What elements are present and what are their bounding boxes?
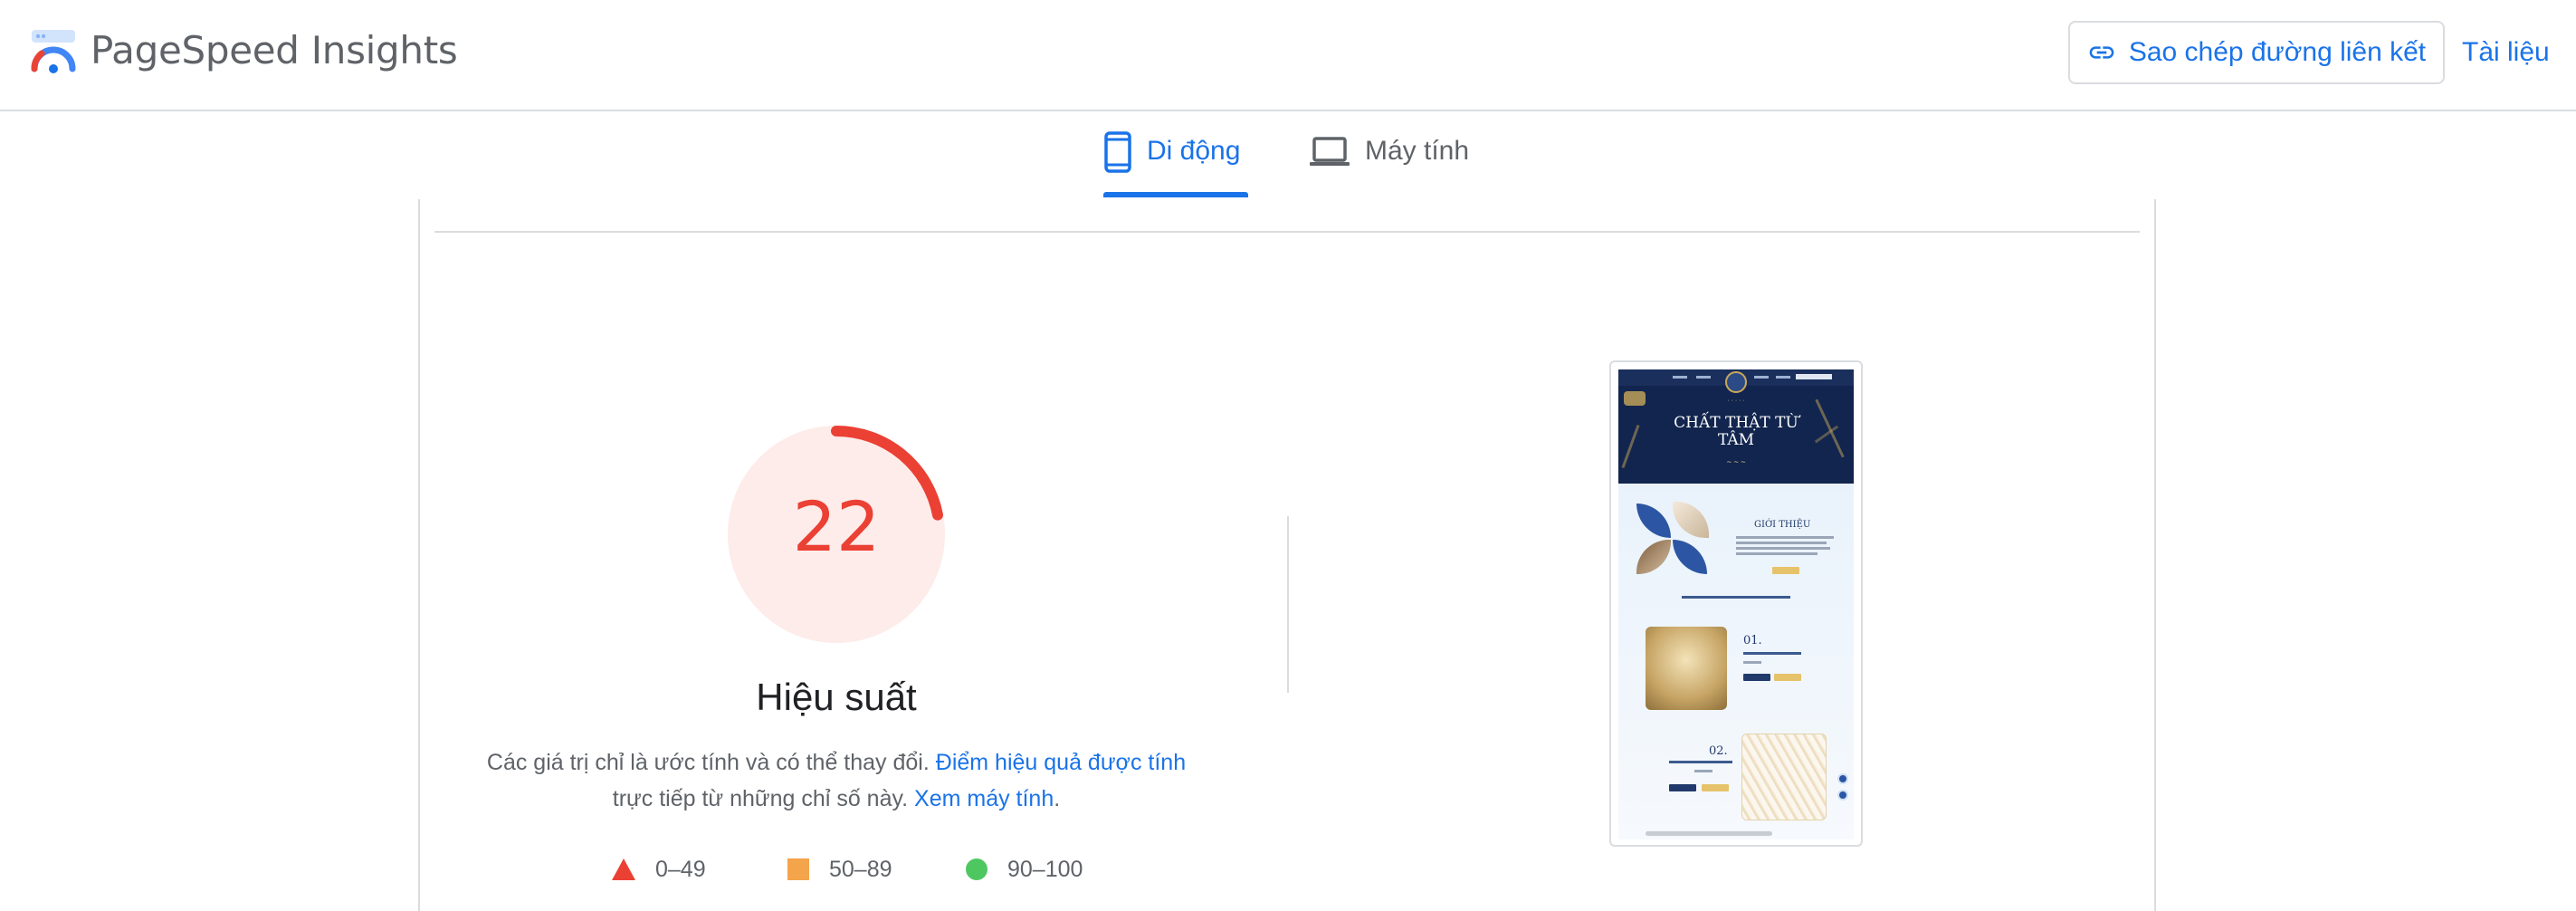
triangle-icon: [612, 858, 635, 880]
tab-desktop[interactable]: Máy tính: [1309, 131, 1481, 199]
screenshot-item2-number: 02.: [1709, 744, 1728, 758]
screenshot-hero: · · · · · CHẤT THẬT TỪ TÂM ~ ~ ~: [1618, 369, 1854, 484]
screenshot-leaf-2: [1673, 540, 1707, 574]
desc-text-2: trực tiếp từ những chỉ số này.: [612, 786, 915, 811]
screenshot-float-button-2: [1837, 790, 1848, 801]
screenshot-leaf-1: [1636, 503, 1671, 538]
card-divider: [434, 231, 2140, 233]
page-screenshot: · · · · · CHẤT THẬT TỪ TÂM ~ ~ ~ GIỚI TH…: [1609, 360, 1863, 847]
desc-text-3: .: [1054, 786, 1061, 811]
legend-fail: 0–49: [612, 851, 706, 887]
active-tab-indicator: [1103, 192, 1248, 197]
screenshot-content: · · · · · CHẤT THẬT TỪ TÂM ~ ~ ~ GIỚI TH…: [1618, 369, 1854, 839]
legend-average: 50–89: [787, 851, 892, 887]
performance-title: Hiệu suất: [756, 676, 917, 718]
laptop-icon: [1310, 137, 1350, 166]
screenshot-hero-subtitle: · · · · ·: [1727, 398, 1745, 404]
tab-mobile-label: Di động: [1147, 136, 1241, 166]
tab-desktop-label: Máy tính: [1365, 136, 1470, 166]
copy-link-button[interactable]: Sao chép đường liên kết: [2068, 21, 2445, 84]
device-tabs: Di động Máy tính: [0, 113, 2576, 199]
tab-mobile[interactable]: Di động: [1103, 131, 1248, 199]
screenshot-item1-number: 01.: [1743, 634, 1762, 647]
circle-icon: [966, 858, 987, 880]
performance-score: 22: [792, 486, 881, 567]
screenshot-scrollbar: [1646, 831, 1772, 836]
brand-title: PageSpeed Insights: [91, 28, 458, 72]
screenshot-body: GIỚI THIỆU 01. 02.: [1618, 484, 1854, 839]
pagespeed-logo-icon[interactable]: [29, 27, 78, 76]
legend-pass-range: 90–100: [1007, 857, 1083, 882]
performance-description: Các giá trị chỉ là ước tính và có thể th…: [474, 744, 1198, 817]
legend-average-range: 50–89: [829, 857, 892, 882]
vertical-divider: [1287, 516, 1289, 693]
legend-pass: 90–100: [966, 851, 1083, 887]
score-calc-link[interactable]: Điểm hiệu quả được tính: [936, 750, 1186, 775]
screenshot-hero-title: CHẤT THẬT TỪ TÂM: [1674, 414, 1798, 449]
calculator-link[interactable]: Xem máy tính: [914, 786, 1054, 811]
score-legend: 0–49 50–89 90–100: [612, 851, 1119, 887]
report-card: 22 Hiệu suất Các giá trị chỉ là ước tính…: [418, 199, 2156, 911]
copy-link-label: Sao chép đường liên kết: [2128, 37, 2427, 67]
screenshot-section-heading: GIỚI THIỆU: [1754, 520, 1811, 530]
square-icon: [787, 858, 809, 880]
desc-text-1: Các giá trị chỉ là ước tính và có thể th…: [486, 750, 936, 775]
link-icon: [2089, 46, 2114, 59]
screenshot-logo: [1725, 371, 1747, 393]
smartphone-icon: [1104, 131, 1131, 173]
screenshot-hero-tagline: ~ ~ ~: [1726, 457, 1746, 466]
screenshot-float-button-1: [1837, 773, 1848, 784]
legend-fail-range: 0–49: [655, 857, 706, 882]
app-header: PageSpeed Insights Sao chép đường liên k…: [0, 0, 2576, 111]
docs-link[interactable]: Tài liệu: [2462, 34, 2550, 71]
